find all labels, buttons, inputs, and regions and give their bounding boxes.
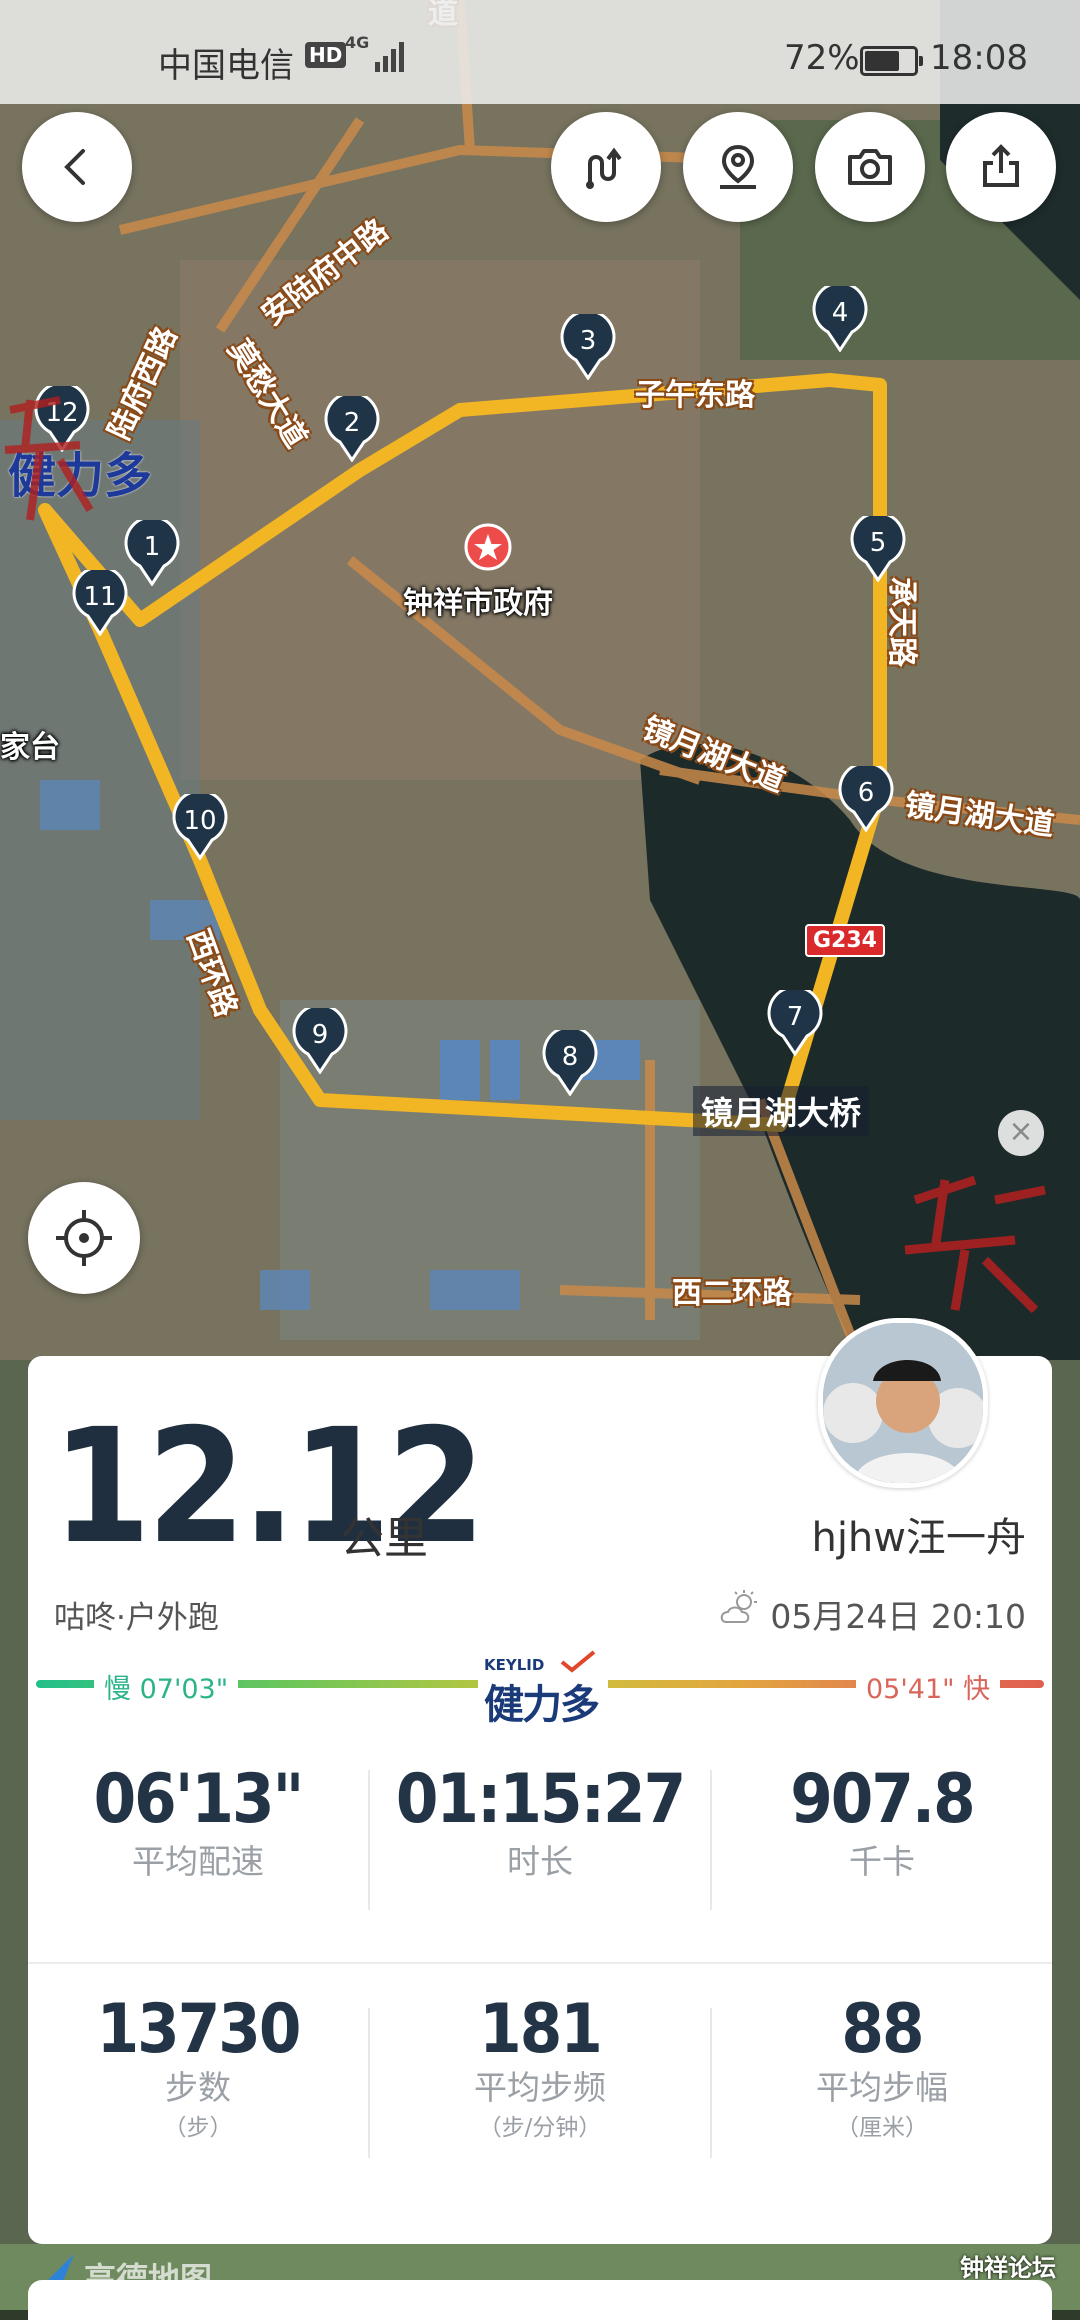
stat-value: 88 xyxy=(841,1990,924,2069)
stat-label: 平均配速 xyxy=(132,1842,264,1881)
place-label: 家台 xyxy=(0,730,60,765)
camera-icon xyxy=(848,149,892,185)
stat-duration: 01:15:27 时长 xyxy=(370,1760,710,1884)
clock: 18:08 xyxy=(930,38,1028,78)
activity-datetime: 05月24日 20:10 xyxy=(770,1597,1026,1636)
stat-value: 01:15:27 xyxy=(395,1760,686,1839)
stat-value: 13730 xyxy=(96,1990,302,2069)
stat-label: 步数 xyxy=(165,2068,231,2107)
stat-calories: 907.8 千卡 xyxy=(712,1760,1052,1884)
km-marker-7[interactable]: 7 xyxy=(767,990,823,1056)
checkmark-icon xyxy=(560,1650,596,1673)
seal-watermark-icon xyxy=(0,390,100,530)
back-button[interactable] xyxy=(22,112,132,222)
stat-value: 181 xyxy=(479,1990,603,2069)
stat-value: 06'13" xyxy=(93,1760,305,1839)
km-marker-label: 10 xyxy=(183,806,217,836)
km-marker-6[interactable]: 6 xyxy=(838,766,894,832)
map-footer: 高德地图 钟祥论坛 xyxy=(0,2244,1080,2320)
brand-logo: KEYLID 健力多 xyxy=(478,1650,608,1728)
poi-marker-icon[interactable] xyxy=(463,522,513,572)
route-icon xyxy=(586,147,622,189)
carrier-label: 中国电信 xyxy=(158,46,294,86)
km-marker-label: 9 xyxy=(311,1020,329,1050)
km-marker-9[interactable]: 9 xyxy=(292,1008,348,1074)
km-marker-11[interactable]: 11 xyxy=(72,570,128,636)
km-marker-3[interactable]: 3 xyxy=(560,314,616,380)
km-marker-1[interactable]: 1 xyxy=(124,520,180,586)
stat-label: 平均步幅 xyxy=(816,2068,948,2107)
camera-button[interactable] xyxy=(815,112,925,222)
status-bar: 中国电信 HD 4G 72% 18:08 xyxy=(0,0,1080,104)
location-pin-icon xyxy=(720,144,756,189)
stat-label: 平均步频 xyxy=(474,2068,606,2107)
avatar-photo-icon xyxy=(823,1323,983,1483)
stat-value: 907.8 xyxy=(790,1760,976,1839)
weather-cloud-sun-icon xyxy=(720,1590,757,1623)
stat-steps: 13730 步数 （步） xyxy=(28,1990,368,2150)
divider xyxy=(368,2008,370,2158)
brand-logo-cn: 健力多 xyxy=(484,1682,600,1728)
km-marker-8[interactable]: 8 xyxy=(542,1030,598,1096)
road-label: 子午东路 xyxy=(635,378,755,413)
battery-icon xyxy=(860,46,923,76)
pace-slow-label: 慢 07'03" xyxy=(94,1667,239,1706)
stat-unit: （步） xyxy=(163,2115,233,2141)
activity-type: 咕咚·户外跑 xyxy=(54,1600,219,1636)
km-marker-label: 4 xyxy=(831,298,849,328)
divider xyxy=(368,1770,370,1910)
stat-cadence: 181 平均步频 （步/分钟） xyxy=(370,1990,710,2150)
stat-avg-pace: 06'13" 平均配速 xyxy=(28,1760,368,1884)
km-marker-label: 1 xyxy=(143,532,161,562)
km-marker-10[interactable]: 10 xyxy=(172,794,228,860)
battery-percent: 72% xyxy=(784,38,860,78)
crosshair-icon xyxy=(56,1210,112,1266)
divider xyxy=(28,1962,1052,1964)
km-marker-label: 8 xyxy=(561,1042,579,1072)
pace-fast-label: 05'41" 快 xyxy=(856,1667,1001,1706)
share-icon xyxy=(983,144,1019,187)
stat-unit: （厘米） xyxy=(836,2115,928,2141)
stat-label: 时长 xyxy=(507,1842,573,1881)
username: hjhw汪一舟 xyxy=(811,1515,1026,1561)
km-marker-2[interactable]: 2 xyxy=(324,396,380,462)
stat-unit: （步/分钟） xyxy=(478,2115,602,2141)
km-marker-label: 11 xyxy=(83,582,117,612)
road-shield-badge: G234 xyxy=(805,924,885,957)
locate-button[interactable] xyxy=(28,1182,140,1294)
forum-watermark: 钟祥论坛 xyxy=(960,2254,1056,2282)
km-marker-label: 6 xyxy=(857,778,875,808)
poi-label: 钟祥市政府 xyxy=(403,586,553,621)
back-icon xyxy=(64,149,85,185)
km-marker-label: 3 xyxy=(579,326,597,356)
route-button[interactable] xyxy=(551,112,661,222)
share-button[interactable] xyxy=(946,112,1056,222)
avatar[interactable] xyxy=(818,1318,988,1488)
stat-label: 千卡 xyxy=(849,1842,915,1881)
divider xyxy=(710,1770,712,1910)
seal-watermark-icon xyxy=(895,1160,1055,1320)
stat-stride: 88 平均步幅 （厘米） xyxy=(712,1990,1052,2150)
location-button[interactable] xyxy=(683,112,793,222)
divider xyxy=(710,2008,712,2158)
km-marker-4[interactable]: 4 xyxy=(812,286,868,352)
signal-icon xyxy=(375,42,404,72)
network-type: 4G xyxy=(345,33,370,52)
next-card xyxy=(28,2280,1052,2320)
road-label: 承天路 xyxy=(884,577,919,667)
km-marker-label: 2 xyxy=(343,408,361,438)
km-marker-label: 7 xyxy=(786,1002,804,1032)
km-marker-5[interactable]: 5 xyxy=(850,516,906,582)
hd-badge: HD xyxy=(305,42,347,68)
bridge-label: 镜月湖大桥 xyxy=(693,1086,870,1136)
distance-unit: 公里 xyxy=(340,1513,428,1564)
road-label: 西二环路 xyxy=(672,1276,792,1311)
close-icon[interactable]: × xyxy=(998,1110,1044,1156)
km-marker-label: 5 xyxy=(869,528,887,558)
